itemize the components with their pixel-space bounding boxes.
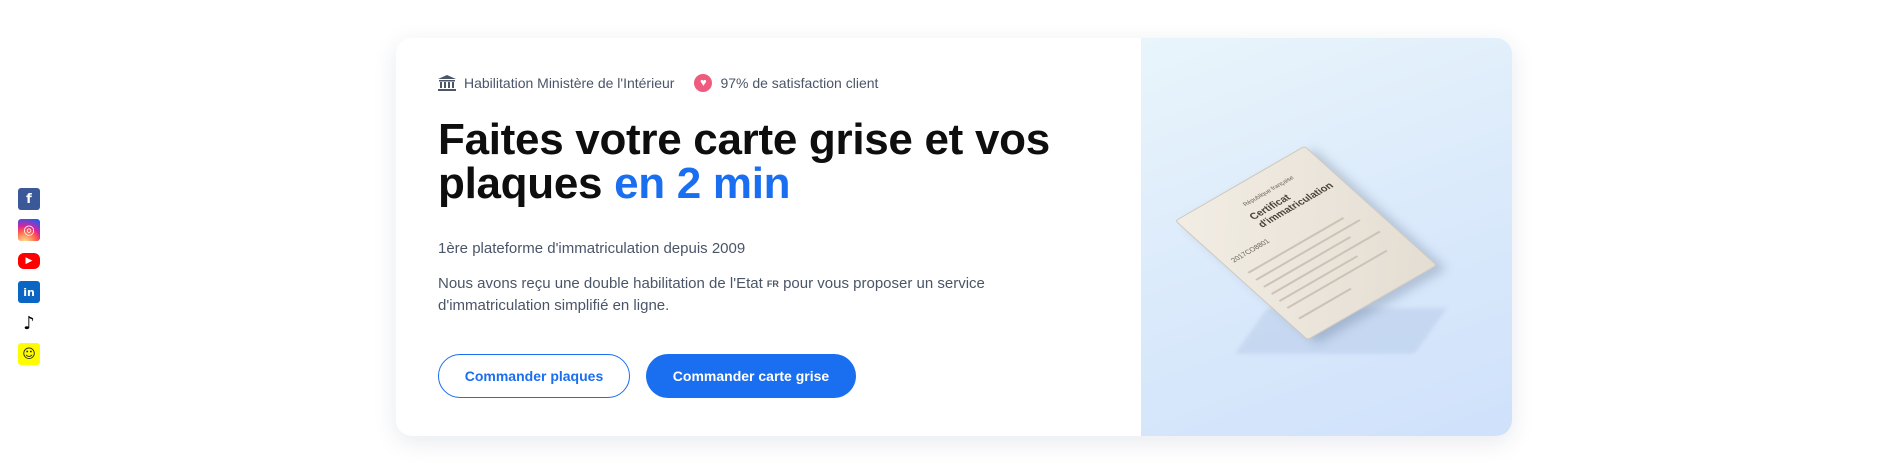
satisfaction-badge: ♥ 97% de satisfaction client: [694, 74, 878, 92]
document-illustration: République française Certificat d'immatr…: [1174, 118, 1448, 358]
hero-title-accent: en 2 min: [614, 159, 791, 208]
social-links: f ◎ ▶ in ♪ ☺: [18, 188, 40, 365]
instagram-icon[interactable]: ◎: [18, 219, 40, 241]
facebook-icon[interactable]: f: [18, 188, 40, 210]
hero-card: Habilitation Ministère de l'Intérieur ♥ …: [396, 38, 1512, 436]
hero-tagline: 1ère plateforme d'immatriculation depuis…: [438, 240, 746, 257]
tiktok-icon[interactable]: ♪: [18, 312, 40, 334]
fr-flag-label: FR: [766, 279, 779, 289]
ministry-label: Habilitation Ministère de l'Intérieur: [464, 75, 675, 91]
hero-illustration: République française Certificat d'immatr…: [1141, 38, 1512, 436]
document-number: 2017CO8801: [1230, 238, 1272, 265]
trust-badges: Habilitation Ministère de l'Intérieur ♥ …: [438, 74, 1141, 92]
linkedin-icon[interactable]: in: [18, 281, 40, 303]
order-card-button[interactable]: Commander carte grise: [646, 354, 856, 398]
satisfaction-label: 97% de satisfaction client: [720, 75, 879, 91]
youtube-icon[interactable]: ▶: [18, 253, 40, 269]
heart-icon: ♥: [694, 74, 713, 92]
hero-description: Nous avons reçu une double habilitation …: [438, 273, 1038, 317]
bank-icon: [438, 75, 456, 91]
hero-content: Habilitation Ministère de l'Intérieur ♥ …: [396, 38, 1141, 436]
ministry-badge: Habilitation Ministère de l'Intérieur: [438, 75, 674, 91]
snapchat-icon[interactable]: ☺: [18, 343, 40, 365]
document-title: Certificat d'immatriculation: [1247, 180, 1337, 230]
cta-group: Commander plaques Commander carte grise: [438, 354, 856, 398]
hero-title: Faites votre carte grise et vos plaques …: [438, 118, 1141, 206]
desc-before: Nous avons reçu une double habilitation …: [438, 275, 763, 292]
order-plates-button[interactable]: Commander plaques: [438, 354, 630, 398]
